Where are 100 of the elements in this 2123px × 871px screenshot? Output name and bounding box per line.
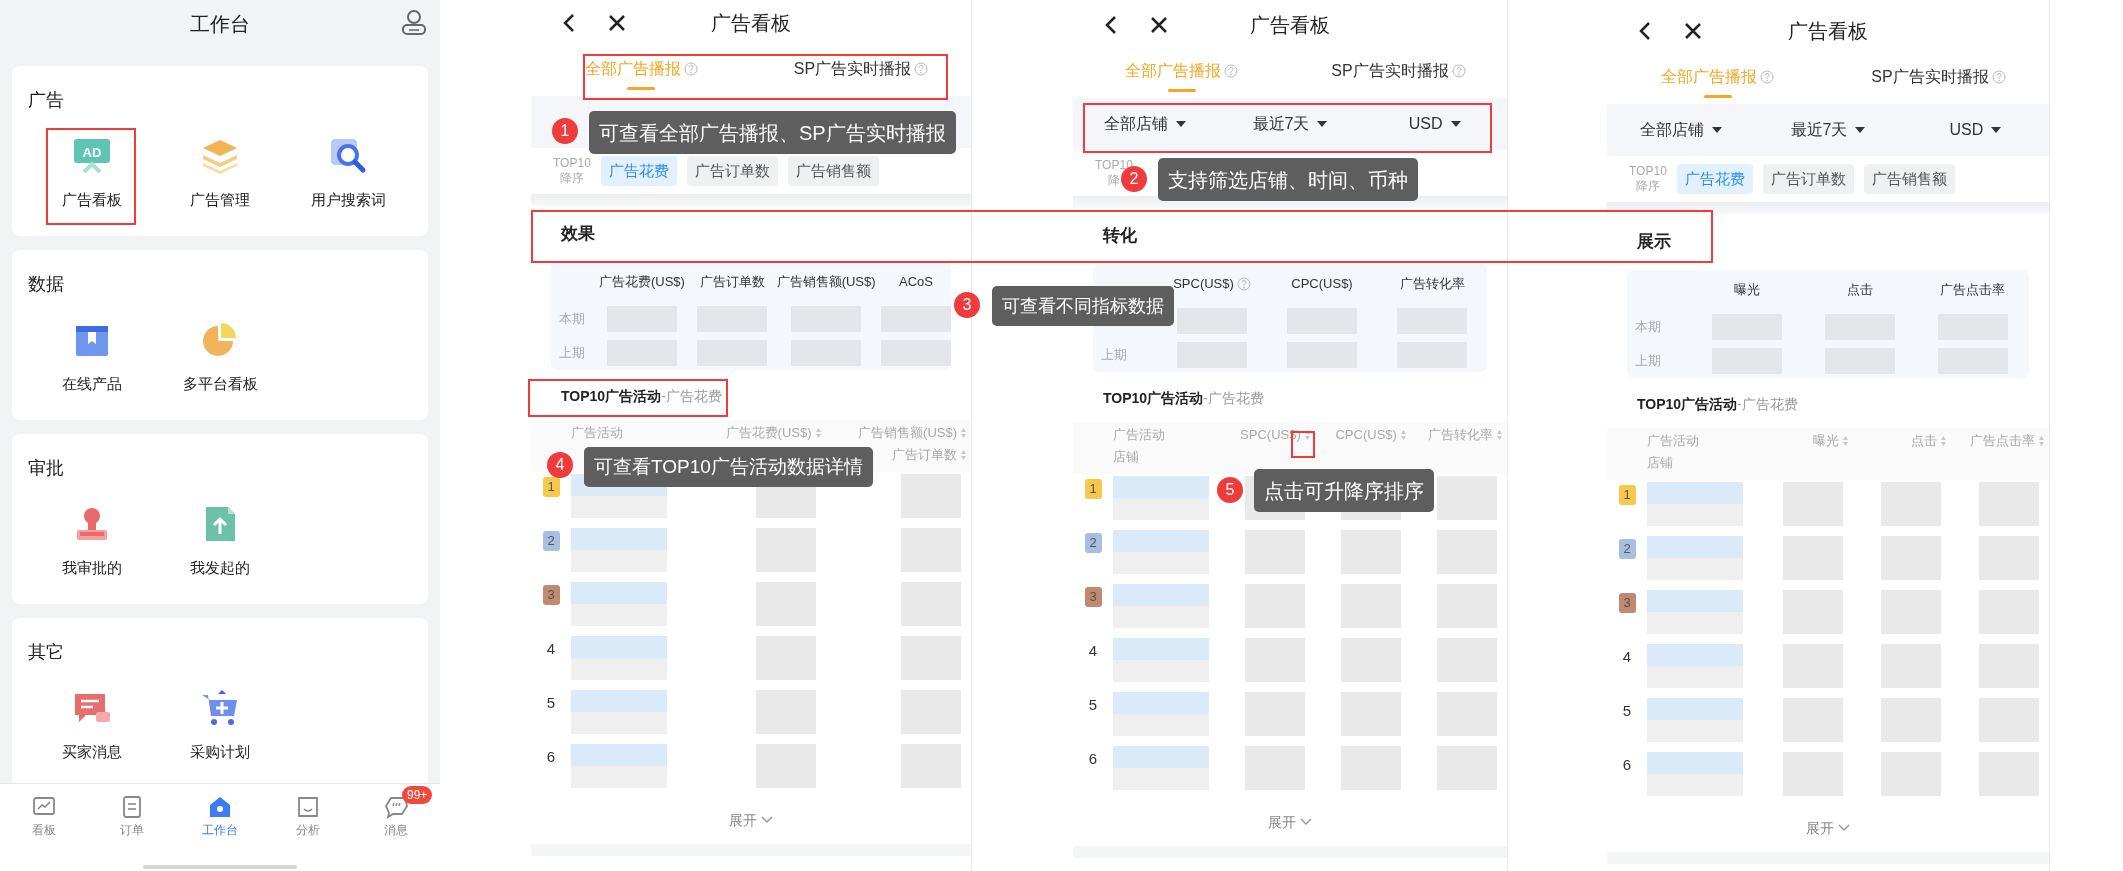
chevron-down-icon <box>1838 824 1850 832</box>
column-header: 广告活动 <box>571 424 623 442</box>
metric-chip[interactable]: 广告订单数 <box>686 156 778 186</box>
rank-number: 5 <box>1622 701 1632 721</box>
metric-label: 广告花费(US$) <box>598 273 685 292</box>
cart-icon <box>200 688 240 728</box>
shortcut-button[interactable]: 我审批的 <box>28 504 156 578</box>
tab-bar-item[interactable]: 工作台 <box>176 784 264 871</box>
expand-button[interactable]: 展开 <box>729 809 773 831</box>
shortcut-button[interactable]: 买家消息 <box>28 688 156 762</box>
shortcut-button[interactable]: 采购计划 <box>156 688 284 762</box>
tab-bar-item[interactable]: 订单 <box>88 784 176 871</box>
rank-badge: 1 <box>542 477 560 497</box>
screen-title: 广告看板 <box>1788 19 1868 44</box>
rank-badge: 1 <box>1618 485 1636 505</box>
tab[interactable]: SP广告实时播报 <box>751 46 971 96</box>
home-icon <box>207 794 233 820</box>
help-icon <box>1760 69 1774 84</box>
section-heading: 效果 <box>561 223 595 246</box>
sort-icon <box>960 449 967 461</box>
period-label: 上期 <box>1100 346 1128 365</box>
sort-icon <box>1303 429 1311 441</box>
back-icon <box>1103 15 1119 35</box>
expand-button[interactable]: 展开 <box>1806 817 1850 839</box>
column-header: 广告活动 <box>1113 426 1165 444</box>
table-title: TOP10广告活动-广告花费 <box>561 386 722 406</box>
close-icon <box>1683 21 1703 41</box>
filter-dropdown[interactable]: USD <box>1901 118 2049 142</box>
shortcut-button[interactable]: 在线产品 <box>28 320 156 394</box>
screen-title: 广告看板 <box>711 11 791 36</box>
period-label: 本期 <box>558 310 586 329</box>
column-header: 店铺 <box>1647 454 1673 472</box>
blurred-text <box>881 306 951 332</box>
help-icon <box>1451 63 1466 78</box>
help-icon <box>1991 69 2006 84</box>
rank-number: 4 <box>1622 647 1632 667</box>
caret-icon <box>1176 121 1187 127</box>
tab[interactable]: SP广告实时播报 <box>1828 54 2049 104</box>
callout-tooltip: 点击可升降序排序 <box>1254 469 1434 512</box>
search-icon <box>328 136 368 176</box>
shortcut-button[interactable]: AD 广告看板 <box>28 136 156 210</box>
help-icon <box>683 61 698 76</box>
metric-label: SPC(US$) <box>1173 275 1234 294</box>
sort-icon <box>960 427 967 439</box>
shortcut-button[interactable]: 广告管理 <box>156 136 284 210</box>
filter-dropdown[interactable]: USD <box>1362 112 1507 136</box>
rank-number: 6 <box>1088 749 1098 769</box>
tab-bar-item[interactable]: 分析 <box>264 784 352 871</box>
section-heading: 展示 <box>1637 231 1671 254</box>
sort-caption: 降 <box>1107 173 1120 188</box>
tab-bar-item[interactable]: 看板 <box>0 784 88 871</box>
filter-dropdown[interactable]: 最近7天 <box>1217 112 1363 136</box>
metric-chip[interactable]: 广告订单数 <box>1762 164 1854 194</box>
metric-label: 广告点击率 <box>1940 281 2006 300</box>
profile-icon <box>400 8 428 36</box>
sort-icon <box>1841 435 1849 447</box>
filter-dropdown[interactable]: 全部店铺 <box>1607 118 1755 142</box>
close-icon <box>607 13 627 33</box>
column-header: 广告活动 <box>1647 432 1699 450</box>
filter-dropdown[interactable]: 最近7天 <box>1754 118 1902 142</box>
period-label: 上期 <box>558 344 586 363</box>
metric-chip[interactable]: 广告销售额 <box>1863 164 1955 194</box>
rank-badge: 1 <box>1084 479 1102 499</box>
shortcut-button[interactable]: 用户搜索词 <box>284 136 412 210</box>
window-title: 工作台 <box>190 12 250 37</box>
shortcut-button[interactable]: 多平台看板 <box>156 320 284 394</box>
metric-chip[interactable]: 广告销售额 <box>787 156 879 186</box>
table-title: TOP10广告活动-广告花费 <box>1103 388 1264 408</box>
callout-tooltip: 可查看不同指标数据 <box>992 286 1174 326</box>
back-icon <box>1637 21 1653 41</box>
callout-tooltip: 支持筛选店铺、时间、币种 <box>1158 158 1418 201</box>
rank-number: 6 <box>1622 755 1632 775</box>
section-title: 其它 <box>28 641 65 664</box>
callout-tooltip: 可查看全部广告播报、SP广告实时播报 <box>589 111 956 154</box>
shortcut-button[interactable]: 我发起的 <box>156 504 284 578</box>
tab[interactable]: SP广告实时播报 <box>1290 48 1507 98</box>
sort-caption: TOP10 <box>553 156 591 171</box>
sort-caption: 降序 <box>559 171 584 186</box>
expand-button[interactable]: 展开 <box>1268 811 1312 833</box>
sort-icon <box>2038 435 2045 447</box>
count-badge: 99+ <box>402 786 433 804</box>
caret-icon <box>1855 127 1866 133</box>
caret-icon <box>1711 127 1722 133</box>
help-icon <box>914 61 929 76</box>
sort-caption: 降序 <box>1635 179 1660 194</box>
tab-bar-item[interactable]: 消息 99+ <box>352 784 440 871</box>
sort-icon <box>1399 429 1407 441</box>
section-title: 数据 <box>28 273 65 296</box>
filter-dropdown[interactable]: 全部店铺 <box>1073 112 1218 136</box>
rank-number: 5 <box>546 693 556 713</box>
chevron-down-icon <box>1300 818 1312 826</box>
caret-icon <box>1317 121 1328 127</box>
back-icon <box>561 13 577 33</box>
caret-icon <box>1450 121 1461 127</box>
chat-icon <box>383 794 409 820</box>
metric-label: 广告订单数 <box>699 273 765 292</box>
rank-badge: 3 <box>1084 587 1102 607</box>
sort-icon <box>1496 429 1503 441</box>
rank-number: 4 <box>546 639 556 659</box>
sort-icon <box>814 427 822 439</box>
